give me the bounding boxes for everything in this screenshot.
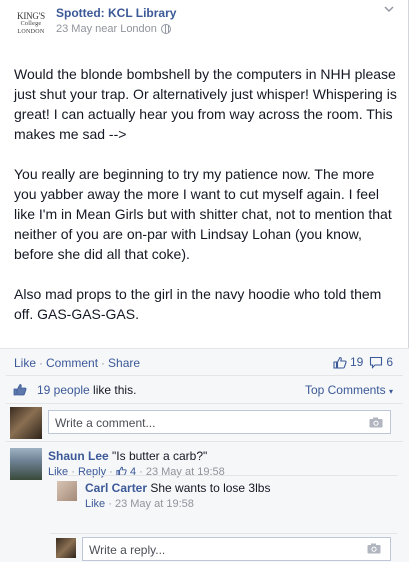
chevron-down-icon[interactable] <box>382 2 396 16</box>
top-comments-dropdown[interactable]: Top Comments ▾ <box>305 383 393 397</box>
comment-composer: Write a comment... <box>6 403 403 441</box>
post-paragraph: Also mad props to the girl in the navy h… <box>14 286 382 322</box>
caret-down-icon: ▾ <box>388 387 393 396</box>
page-name-link[interactable]: Spotted: KCL Library <box>56 6 176 21</box>
like-count[interactable]: 19 <box>350 355 363 369</box>
comment-text: She wants to lose 3lbs <box>150 481 271 495</box>
action-bar: Like · Comment · Share <box>14 356 141 370</box>
comment-meta: Like · 23 May at 19:58 <box>85 498 194 510</box>
comment-button[interactable]: Comment <box>46 356 98 370</box>
avatar[interactable] <box>10 448 42 480</box>
page-logo[interactable]: KING'S College LONDON <box>14 10 48 37</box>
comment-item: Shaun Lee "Is butter a carb?" Like · Rep… <box>6 441 403 533</box>
likers-link[interactable]: 19 people <box>37 383 90 397</box>
likes-summary: 19 people like this. Top Comments ▾ <box>6 375 403 403</box>
feedback-panel: Like · Comment · Share 19 6 19 people like t… <box>0 348 409 562</box>
feedback-counts: 19 6 <box>333 355 393 369</box>
avatar[interactable] <box>57 481 77 501</box>
comment-count[interactable]: 6 <box>386 355 393 369</box>
comment-time[interactable]: 23 May at 19:58 <box>115 498 194 510</box>
commenter-name[interactable]: Carl Carter <box>85 481 147 495</box>
thumbs-up-icon <box>333 356 347 369</box>
logo-text: LONDON <box>17 28 45 35</box>
likes-suffix: like this. <box>89 382 137 397</box>
avatar[interactable] <box>56 538 76 558</box>
globe-icon <box>160 24 171 34</box>
logo-text: KING'S <box>17 10 45 21</box>
post-card: KING'S College LONDON Spotted: KCL Libra… <box>0 0 409 562</box>
comment-bubble-icon <box>370 356 383 369</box>
thumbs-up-icon <box>13 384 27 396</box>
post-header: KING'S College LONDON Spotted: KCL Libra… <box>14 6 176 42</box>
comment-like-button[interactable]: Like <box>85 498 105 510</box>
comment-input[interactable]: Write a comment... <box>48 410 391 434</box>
logo-text: College <box>20 20 42 27</box>
post-paragraph: You really are beginning to try my patie… <box>14 166 392 262</box>
like-button[interactable]: Like <box>14 356 36 370</box>
camera-icon[interactable] <box>369 417 383 428</box>
reply-composer: Write a reply... <box>50 533 397 562</box>
reply-input[interactable]: Write a reply... <box>82 537 391 561</box>
avatar[interactable] <box>10 407 42 439</box>
post-body: Would the blonde bombshell by the comput… <box>14 64 398 384</box>
commenter-name[interactable]: Shaun Lee <box>48 449 109 463</box>
camera-icon[interactable] <box>367 543 381 554</box>
post-paragraph: Would the blonde bombshell by the comput… <box>14 66 397 142</box>
post-date[interactable]: 23 May near London <box>56 22 157 36</box>
share-button[interactable]: Share <box>108 356 140 370</box>
top-comments-label: Top Comments <box>304 383 386 397</box>
comment-text: "Is butter a carb?" <box>112 449 208 463</box>
